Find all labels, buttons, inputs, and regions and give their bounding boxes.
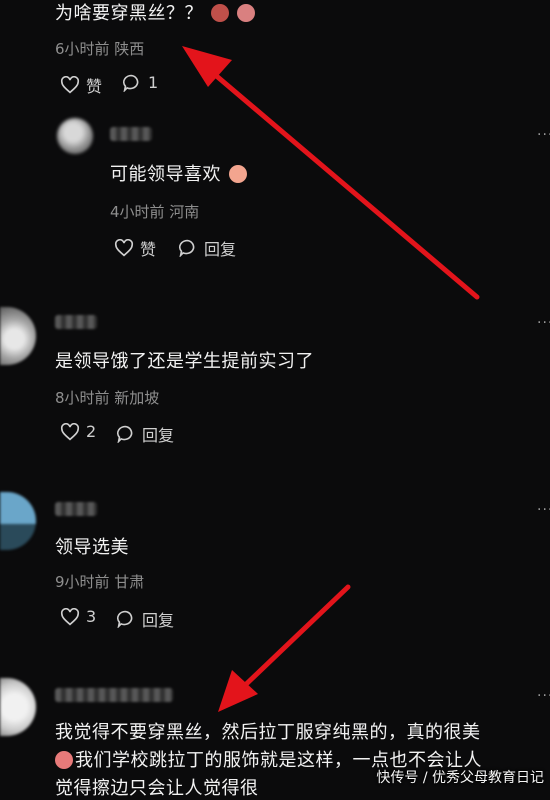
red-arrow-bottom xyxy=(218,584,351,712)
annotation-arrows xyxy=(182,46,480,712)
watermark: 快传号 / 优秀父母教育日记 xyxy=(376,770,544,786)
red-arrow-top xyxy=(182,46,480,300)
